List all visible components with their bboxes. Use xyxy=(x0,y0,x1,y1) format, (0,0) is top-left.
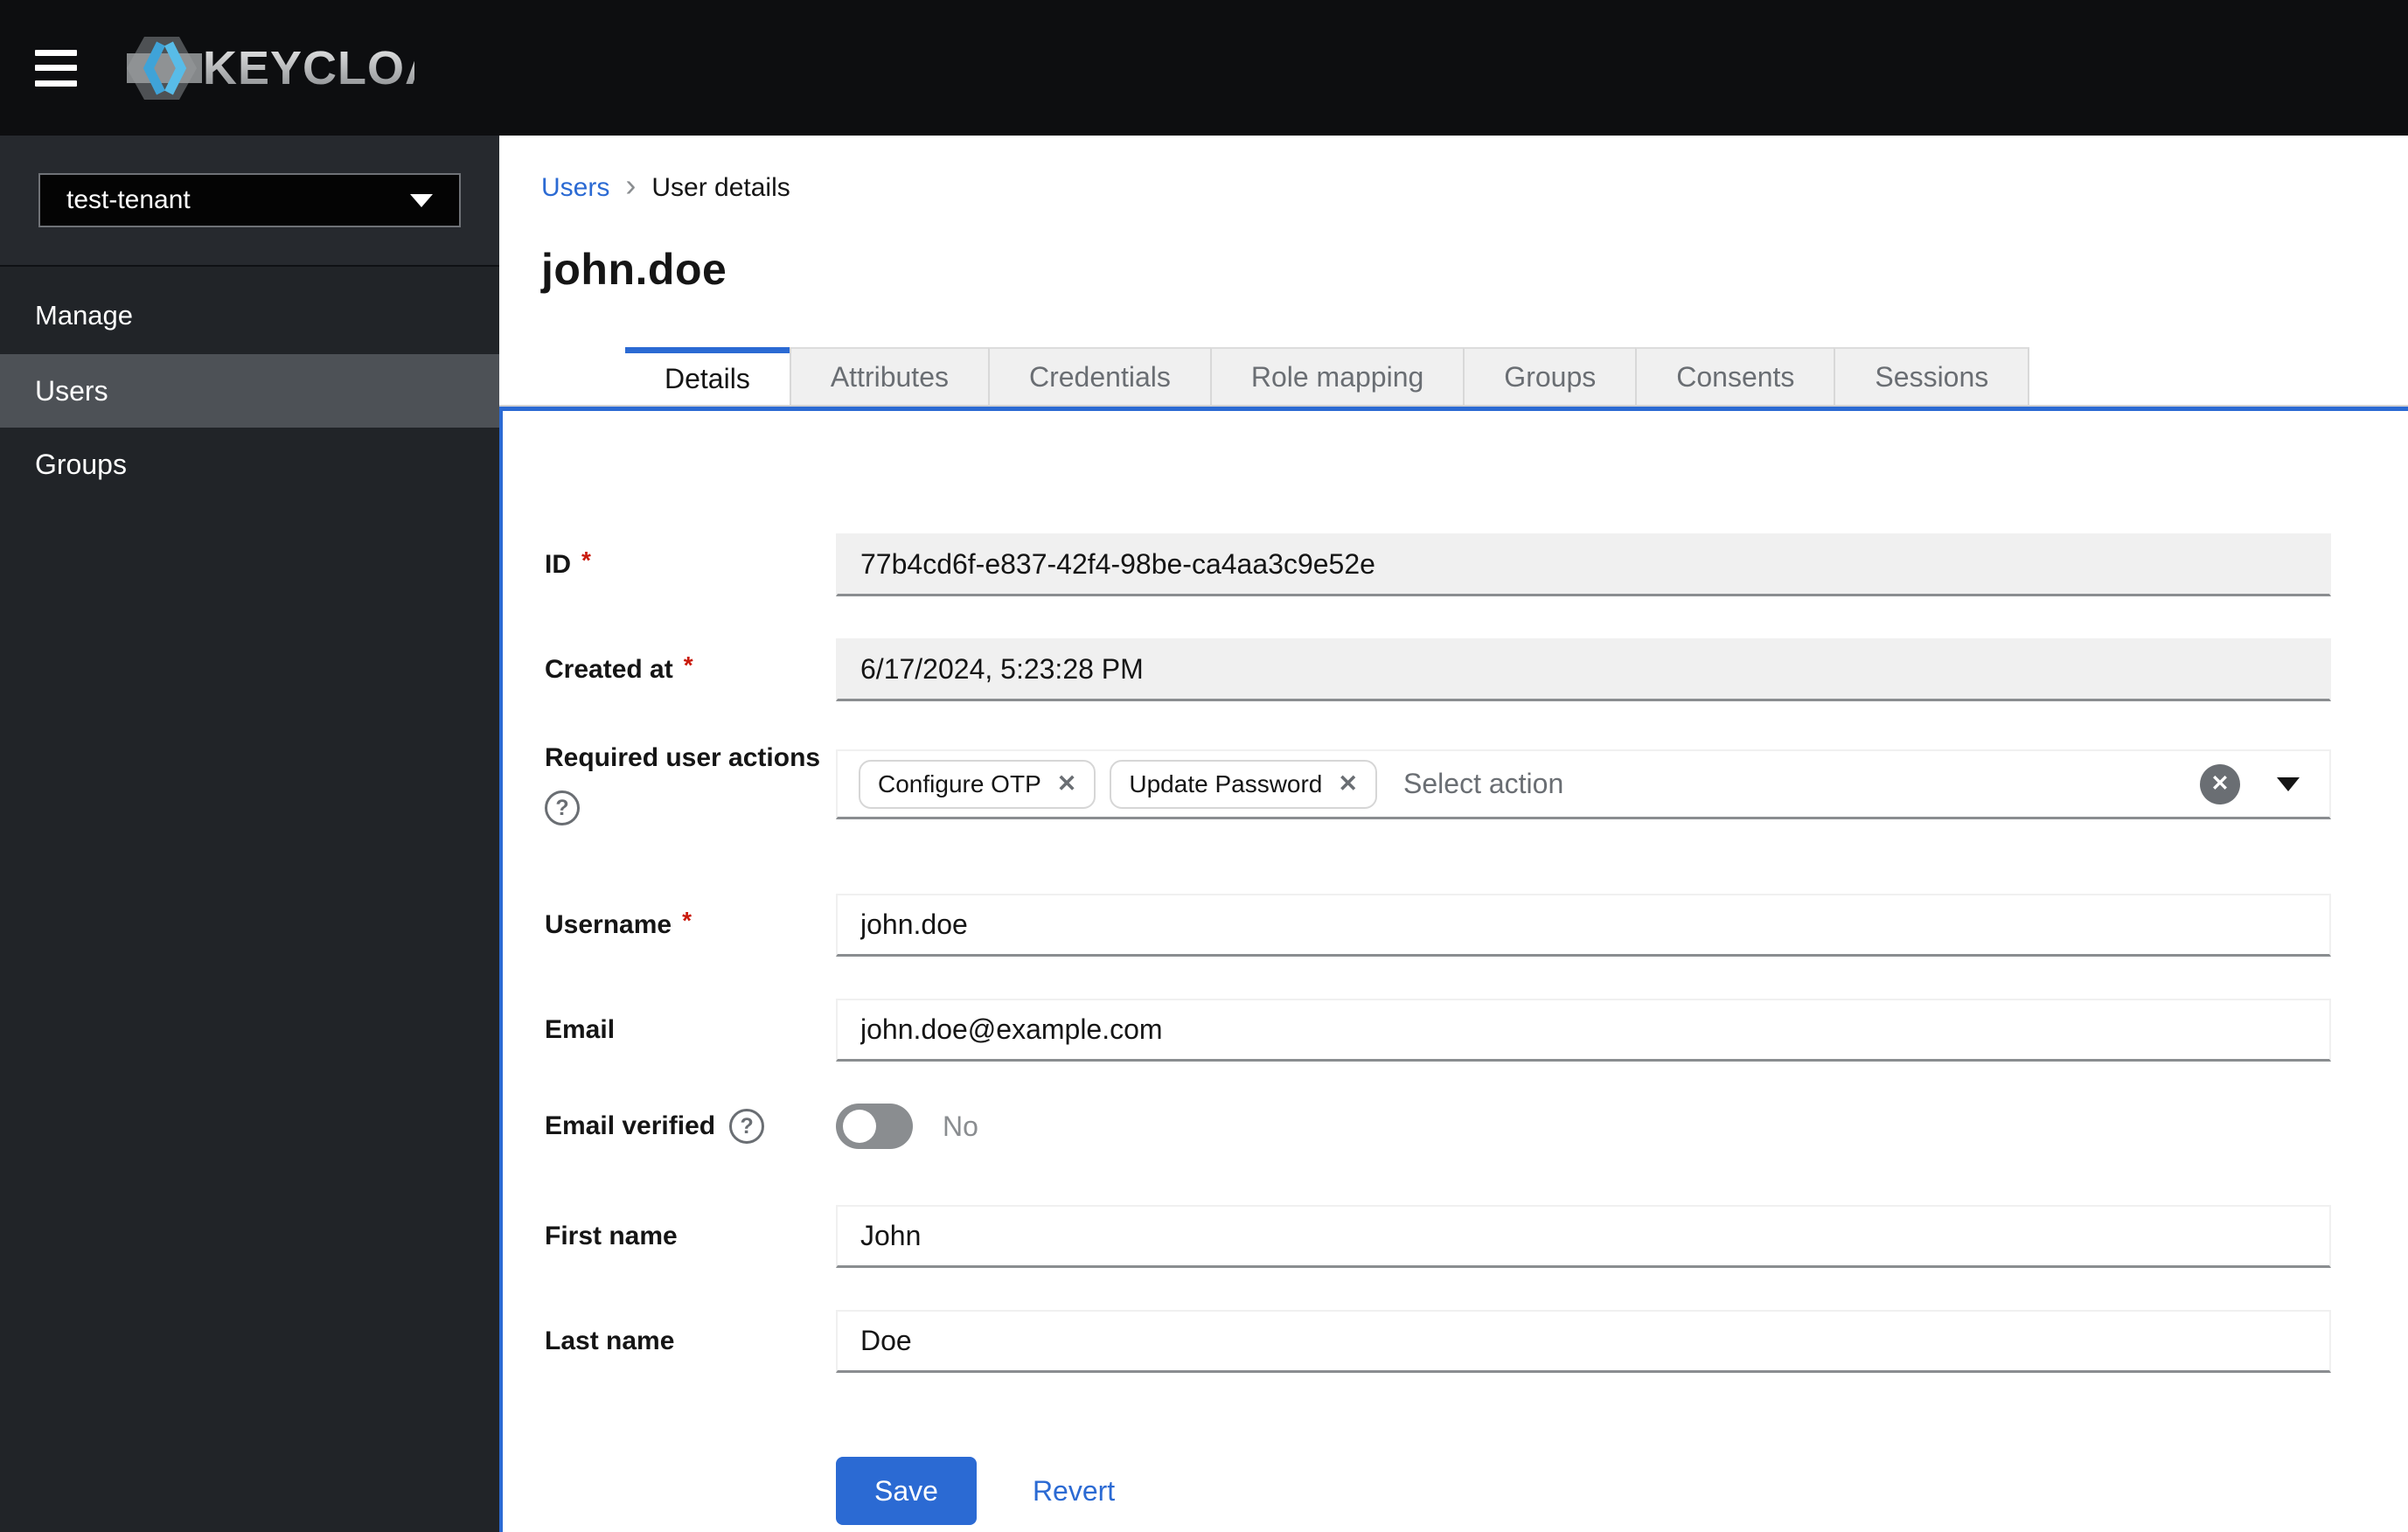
label-text: Last name xyxy=(545,1327,675,1355)
tab-label: Details xyxy=(665,363,750,394)
select-controls: ✕ xyxy=(2200,763,2308,804)
tab-attributes[interactable]: Attributes xyxy=(789,347,988,405)
form-actions: Save Revert xyxy=(545,1457,2331,1525)
toggle-state-label: No xyxy=(943,1110,978,1142)
email-verified-label: Email verified ? xyxy=(545,1109,836,1144)
nav-toggle-hamburger-icon[interactable] xyxy=(35,49,77,87)
form-group-email: Email xyxy=(545,999,2331,1062)
realm-name: test-tenant xyxy=(66,185,191,214)
nav-section-title: Manage xyxy=(35,300,134,331)
hamburger-bar xyxy=(35,65,77,71)
tab-groups[interactable]: Groups xyxy=(1463,347,1636,405)
sidebar: test-tenant Manage Users Groups xyxy=(0,136,499,1532)
first-name-label: First name xyxy=(545,1222,836,1251)
tab-bar: Details Attributes Credentials Role mapp… xyxy=(625,347,2331,405)
label-text: Email xyxy=(545,1015,616,1044)
chip-label: Update Password xyxy=(1129,769,1323,797)
label-text: Username xyxy=(545,910,672,939)
brand-text: KEYCLOAK xyxy=(203,42,414,94)
breadcrumb-link-users[interactable]: Users xyxy=(541,173,609,203)
form-group-id: ID * xyxy=(545,533,2331,596)
email-verified-toggle[interactable] xyxy=(836,1104,913,1149)
clear-selection-icon[interactable]: ✕ xyxy=(2200,763,2240,804)
content-header: Users › User details john.doe Details At… xyxy=(499,136,2408,405)
realm-selector-area: test-tenant xyxy=(0,136,499,267)
tab-credentials[interactable]: Credentials xyxy=(987,347,1210,405)
chevron-down-icon xyxy=(410,193,433,207)
chevron-down-icon[interactable] xyxy=(2277,776,2300,791)
required-asterisk: * xyxy=(682,907,692,934)
label-text: First name xyxy=(545,1222,678,1250)
last-name-field[interactable] xyxy=(836,1310,2331,1373)
tab-consents[interactable]: Consents xyxy=(1635,347,1834,405)
main-content: Users › User details john.doe Details At… xyxy=(499,136,2408,1532)
tab-label: Attributes xyxy=(830,360,949,393)
sidebar-nav: Manage Users Groups xyxy=(0,267,499,501)
select-placeholder: Select action xyxy=(1403,768,1564,799)
masthead: KEYCLOAK xyxy=(0,0,2408,136)
keycloak-logo[interactable]: KEYCLOAK xyxy=(126,23,414,114)
tab-content-divider xyxy=(499,405,2408,411)
form-group-required-user-actions: Required user actions ? Configure OTP ✕ … xyxy=(545,743,2331,825)
sidebar-item-groups[interactable]: Groups xyxy=(0,428,499,501)
required-user-actions-select[interactable]: Configure OTP ✕ Update Password ✕ Select… xyxy=(836,749,2331,819)
id-label: ID * xyxy=(545,547,836,580)
chip-update-password: Update Password ✕ xyxy=(1110,759,1378,809)
breadcrumb: Users › User details xyxy=(541,167,2331,204)
id-field[interactable] xyxy=(836,533,2331,596)
help-icon[interactable]: ? xyxy=(545,790,580,825)
username-field[interactable] xyxy=(836,894,2331,957)
sidebar-item-users[interactable]: Users xyxy=(0,354,499,428)
keycloak-logo-icon: KEYCLOAK xyxy=(127,36,414,100)
tab-sessions[interactable]: Sessions xyxy=(1834,347,2030,405)
user-details-form: ID * Created at * Required user actions … xyxy=(545,533,2331,1525)
form-group-email-verified: Email verified ? No xyxy=(545,1104,2331,1149)
first-name-field[interactable] xyxy=(836,1205,2331,1268)
created-at-label: Created at * xyxy=(545,651,836,685)
required-asterisk: * xyxy=(581,547,591,574)
email-label: Email xyxy=(545,1015,836,1045)
revert-button[interactable]: Revert xyxy=(1033,1475,1115,1508)
tab-details[interactable]: Details xyxy=(625,347,790,405)
tab-label: Sessions xyxy=(1875,360,1989,393)
chip-remove-icon[interactable]: ✕ xyxy=(1338,772,1358,796)
tab-label: Role mapping xyxy=(1250,360,1424,393)
required-user-actions-label: Required user actions ? xyxy=(545,743,836,825)
page-title: john.doe xyxy=(541,245,727,294)
hamburger-bar xyxy=(35,80,77,87)
form-group-first-name: First name xyxy=(545,1205,2331,1268)
label-text: Required user actions xyxy=(545,743,821,772)
chip-configure-otp: Configure OTP ✕ xyxy=(859,759,1096,809)
details-panel: ID * Created at * Required user actions … xyxy=(499,411,2408,1532)
created-at-field[interactable] xyxy=(836,638,2331,701)
last-name-label: Last name xyxy=(545,1327,836,1356)
label-text: ID xyxy=(545,550,571,579)
tab-label: Consents xyxy=(1676,360,1795,393)
save-button[interactable]: Save xyxy=(836,1457,977,1525)
toggle-knob xyxy=(843,1110,876,1143)
label-text: Email verified xyxy=(545,1111,716,1140)
email-verified-control: No xyxy=(836,1104,2331,1149)
sidebar-item-label: Groups xyxy=(35,448,127,480)
form-group-username: Username * xyxy=(545,894,2331,957)
label-text: Created at xyxy=(545,655,673,684)
form-group-last-name: Last name xyxy=(545,1310,2331,1373)
tab-label: Credentials xyxy=(1028,360,1171,393)
chip-label: Configure OTP xyxy=(878,769,1041,797)
breadcrumb-chevron-icon: › xyxy=(625,167,637,203)
tab-label: Groups xyxy=(1504,360,1597,393)
sidebar-item-label: Users xyxy=(35,374,108,407)
chip-remove-icon[interactable]: ✕ xyxy=(1057,772,1077,796)
form-group-created-at: Created at * xyxy=(545,638,2331,701)
username-label: Username * xyxy=(545,907,836,940)
required-asterisk: * xyxy=(683,651,693,679)
actions-buttons: Save Revert xyxy=(836,1457,2331,1525)
email-field[interactable] xyxy=(836,999,2331,1062)
breadcrumb-current: User details xyxy=(651,173,790,202)
realm-selector-dropdown[interactable]: test-tenant xyxy=(38,173,461,227)
tab-role-mapping[interactable]: Role mapping xyxy=(1209,347,1464,405)
hamburger-bar xyxy=(35,49,77,56)
help-icon[interactable]: ? xyxy=(729,1109,765,1144)
